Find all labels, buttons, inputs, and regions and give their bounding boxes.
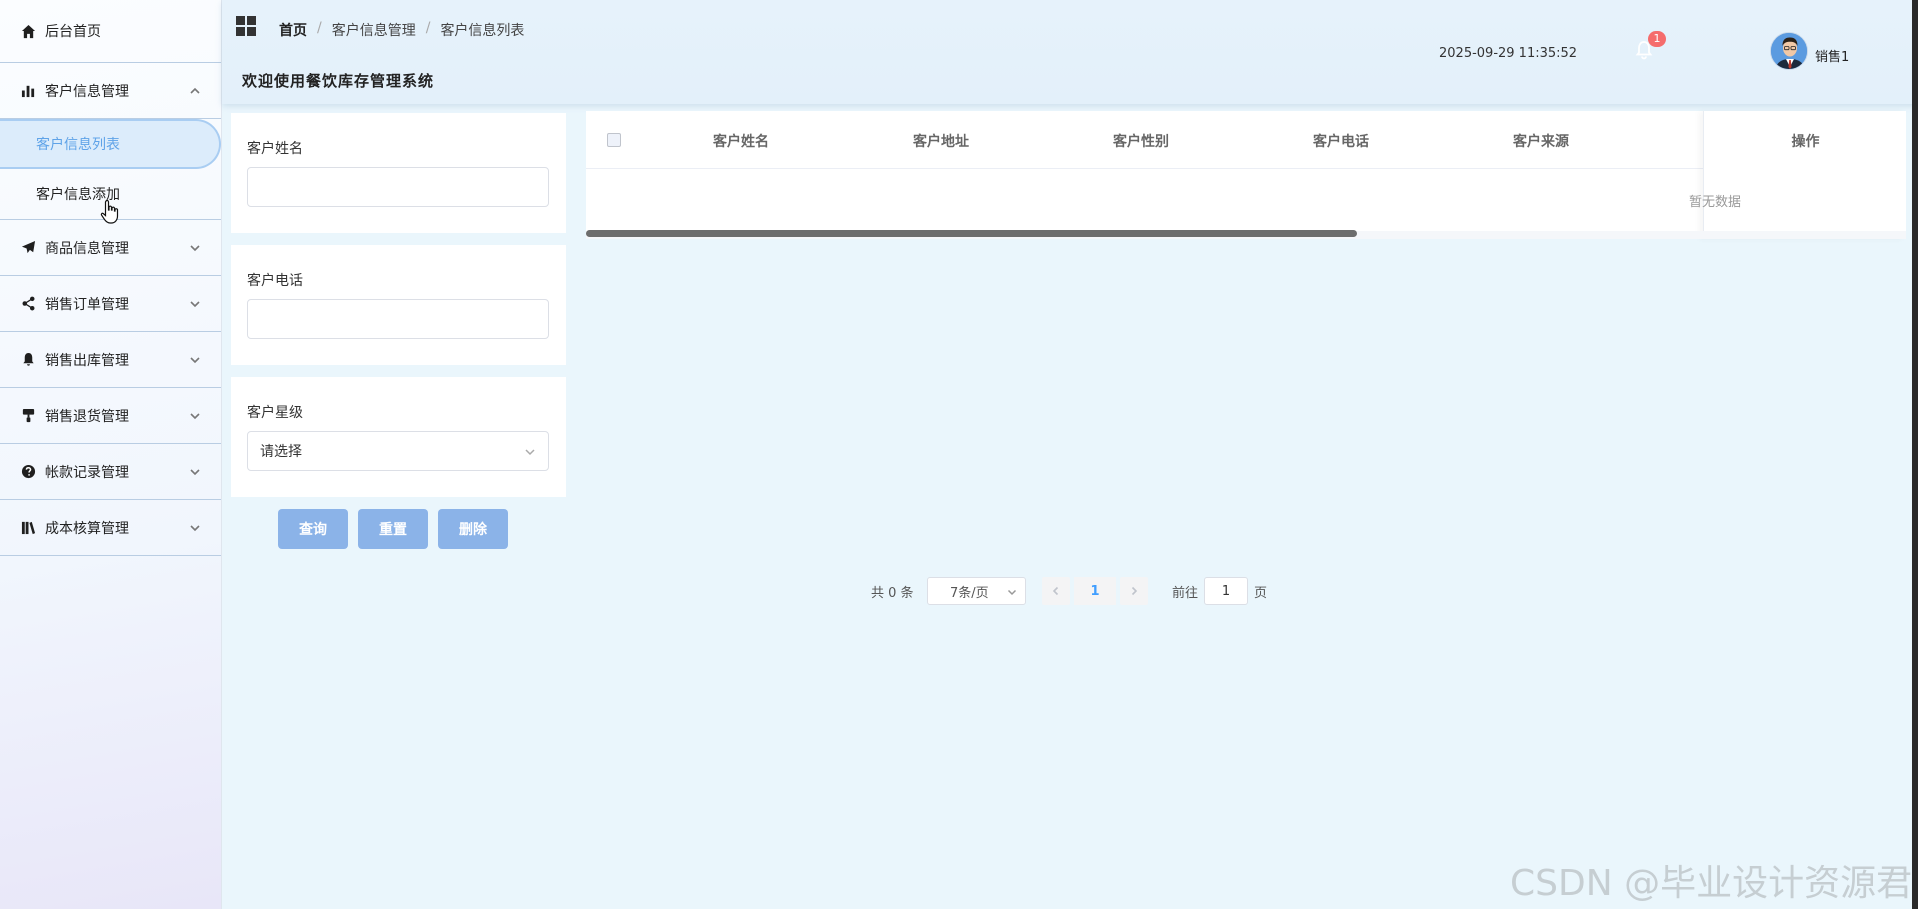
- sidebar-item-label: 客户信息管理: [45, 83, 129, 100]
- select-placeholder: 请选择: [260, 444, 302, 460]
- customer-table: 客户姓名 客户地址 客户性别 客户电话 客户来源 操作 暂无数据: [586, 111, 1906, 239]
- breadcrumb: 首页 / 客户信息管理 / 客户信息列表: [279, 20, 524, 40]
- goto-prefix: 前往: [1172, 586, 1199, 601]
- watermark: CSDN @毕业设计资源君: [1510, 863, 1913, 904]
- bar-chart-icon: [20, 83, 36, 99]
- sidebar-subitem-label: 客户信息列表: [36, 137, 120, 153]
- question-circle-icon: [20, 464, 36, 480]
- paper-plane-icon: [20, 240, 36, 256]
- sidebar-item-label: 销售出库管理: [45, 352, 129, 369]
- sidebar-item-customer-management[interactable]: 客户信息管理: [0, 63, 221, 119]
- reset-button[interactable]: 重置: [358, 509, 428, 549]
- filter-card-phone: 客户电话: [231, 245, 566, 365]
- hand-cursor-icon: [100, 199, 119, 224]
- column-header-source[interactable]: 客户来源: [1441, 131, 1641, 151]
- empty-state-text: 暂无数据: [1689, 195, 1742, 210]
- books-icon: [20, 520, 36, 536]
- query-button[interactable]: 查询: [278, 509, 348, 549]
- prev-page-button[interactable]: [1042, 577, 1070, 605]
- sidebar-item-account-records-management[interactable]: 帐款记录管理: [0, 444, 221, 500]
- sidebar-item-sales-return-management[interactable]: 销售退货管理: [0, 388, 221, 444]
- chevron-down-icon: [189, 298, 201, 310]
- customer-level-select[interactable]: 请选择: [247, 431, 549, 471]
- datetime-display: 2025-09-29 11:35:52: [1439, 46, 1578, 61]
- chevron-up-icon: [189, 85, 201, 97]
- customer-level-label: 客户星级: [247, 405, 303, 421]
- sidebar-item-label: 后台首页: [45, 24, 101, 40]
- chevron-down-icon: [189, 354, 201, 366]
- customer-phone-label: 客户电话: [247, 273, 303, 289]
- chevron-down-icon: [189, 522, 201, 534]
- pagination-total: 共 0 条: [871, 586, 914, 601]
- page-size-value: 7条/页: [950, 585, 989, 601]
- delete-button[interactable]: 删除: [438, 509, 508, 549]
- column-header-name[interactable]: 客户姓名: [641, 131, 841, 151]
- goto-suffix: 页: [1254, 586, 1268, 601]
- filter-card-level: 客户星级 请选择: [231, 377, 566, 497]
- menu-grid-icon[interactable]: [236, 16, 256, 36]
- username[interactable]: 销售1: [1815, 46, 1849, 65]
- sidebar-item-home[interactable]: 后台首页: [0, 0, 221, 63]
- page-number-current[interactable]: 1: [1074, 577, 1116, 605]
- breadcrumb-separator: /: [425, 20, 431, 36]
- top-header: 首页 / 客户信息管理 / 客户信息列表 欢迎使用餐饮库存管理系统 2025-0…: [222, 0, 1918, 104]
- sidebar-item-label: 成本核算管理: [45, 520, 129, 537]
- chevron-down-icon: [189, 410, 201, 422]
- customer-name-input[interactable]: [247, 167, 549, 207]
- column-header-gender[interactable]: 客户性别: [1041, 131, 1241, 151]
- sidebar-item-label: 商品信息管理: [45, 240, 129, 257]
- sidebar: 后台首页 客户信息管理 客户信息列表 客户信息添加 商品信息管理 销售订单管理: [0, 0, 222, 909]
- page-size-select[interactable]: 7条/页: [927, 577, 1026, 605]
- sidebar-item-label: 销售退货管理: [45, 408, 129, 425]
- sidebar-item-product-management[interactable]: 商品信息管理: [0, 220, 221, 276]
- sidebar-item-sales-order-management[interactable]: 销售订单管理: [0, 276, 221, 332]
- bell-icon: [20, 352, 36, 368]
- share-icon: [20, 296, 36, 312]
- column-header-actions: 操作: [1791, 134, 1820, 150]
- chevron-down-icon: [189, 242, 201, 254]
- breadcrumb-customer-management[interactable]: 客户信息管理: [332, 20, 416, 40]
- customer-phone-input[interactable]: [247, 299, 549, 339]
- sidebar-item-label: 帐款记录管理: [45, 464, 129, 481]
- chevron-down-icon: [524, 446, 536, 458]
- column-header-phone[interactable]: 客户电话: [1241, 131, 1441, 151]
- filter-card-name: 客户姓名: [231, 113, 566, 233]
- next-page-button[interactable]: [1120, 577, 1148, 605]
- sidebar-item-cost-accounting-management[interactable]: 成本核算管理: [0, 500, 221, 556]
- chevron-right-icon: [1131, 586, 1138, 596]
- sidebar-subitem-customer-list[interactable]: 客户信息列表: [0, 119, 221, 169]
- paint-roller-icon: [20, 408, 36, 424]
- goto-page-input[interactable]: [1204, 577, 1248, 605]
- fixed-action-column: 操作: [1703, 111, 1906, 239]
- avatar[interactable]: [1770, 32, 1808, 70]
- horizontal-scrollbar-thumb[interactable]: [586, 230, 1357, 237]
- breadcrumb-home[interactable]: 首页: [279, 20, 307, 40]
- chevron-left-icon: [1052, 586, 1059, 596]
- chevron-down-icon: [189, 466, 201, 478]
- column-header-address[interactable]: 客户地址: [841, 131, 1041, 151]
- breadcrumb-separator: /: [317, 20, 322, 36]
- notification-badge: 1: [1648, 31, 1666, 47]
- customer-name-label: 客户姓名: [247, 141, 303, 157]
- sidebar-item-label: 销售订单管理: [45, 296, 129, 313]
- select-all-checkbox[interactable]: [607, 133, 621, 147]
- breadcrumb-customer-list: 客户信息列表: [440, 23, 525, 39]
- home-icon: [20, 23, 36, 39]
- welcome-title: 欢迎使用餐饮库存管理系统: [242, 72, 435, 90]
- chevron-down-icon: [1007, 586, 1017, 596]
- window-edge: [1912, 0, 1918, 909]
- sidebar-item-sales-outbound-management[interactable]: 销售出库管理: [0, 332, 221, 388]
